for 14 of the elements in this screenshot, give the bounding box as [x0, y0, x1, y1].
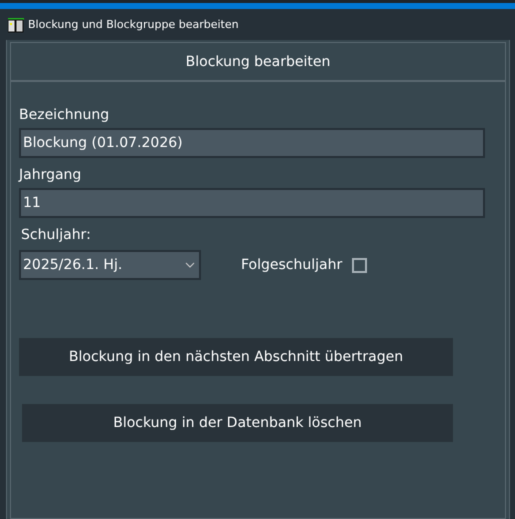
input-field[interactable]: Blockung (01.07.2026) — [19, 128, 485, 158]
action-button[interactable]: Blockung in der Datenbank löschen — [22, 404, 453, 442]
window-title: Blockung und Blockgruppe bearbeiten — [28, 18, 239, 31]
field-label: Schuljahr: — [21, 226, 92, 245]
app-icon — [8, 16, 24, 32]
input-field[interactable]: 11 — [19, 188, 485, 218]
dropdown[interactable]: 2025/26.1. Hj. — [19, 250, 201, 280]
checkbox[interactable] — [352, 258, 368, 272]
field-label: Bezeichnung — [19, 106, 110, 125]
action-button[interactable]: Blockung in den nächsten Abschnitt übertragen — [19, 338, 453, 376]
chevron-down-icon — [185, 262, 195, 268]
field-label: Jahrgang — [19, 166, 82, 185]
checkbox-label: Folgeschuljahr — [241, 256, 342, 275]
panel-title: Blockung bearbeiten — [186, 54, 330, 70]
